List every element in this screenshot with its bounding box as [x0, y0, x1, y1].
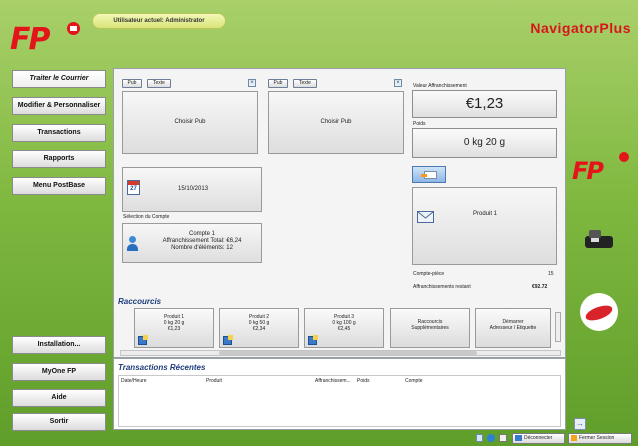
envelope-select-button[interactable] [412, 166, 446, 183]
envelope-icon [417, 211, 434, 223]
nav-transactions[interactable]: Transactions [12, 124, 106, 142]
column-header-weight[interactable]: Poids [357, 378, 370, 384]
nav-myone-fp[interactable]: MyOne FP [12, 363, 106, 381]
close-icon[interactable]: × [248, 79, 256, 87]
shortcut-product-3[interactable]: Produit 3 0 kg 100 g €2,45 [304, 308, 384, 348]
envelope-icon [421, 171, 437, 179]
account-total: Affranchissement Total: €6,24 [162, 238, 242, 244]
disconnect-button[interactable]: Déconnecter [512, 433, 565, 444]
shortcut-icon [308, 335, 318, 345]
column-header-postage[interactable]: Affranchissem... [315, 378, 351, 384]
recent-transactions-title: Transactions Récentes [118, 363, 206, 372]
date-button[interactable]: 27 15/10/2013 [122, 167, 262, 212]
remaining-postage-label: Affranchissements restant [413, 284, 471, 290]
mail-icon [67, 22, 80, 35]
nav-installation[interactable]: Installation... [12, 336, 106, 354]
shortcuts-horizontal-scrollbar[interactable] [120, 350, 561, 356]
text-button-1[interactable]: Texte [147, 79, 171, 88]
main-panel: Pub Texte × Choisir Pub Pub Texte × Choi… [113, 68, 566, 358]
weight-label: Poids [413, 121, 426, 127]
current-user-badge: Utilisateur actuel: Administrator [92, 13, 226, 29]
close-icon[interactable]: × [394, 79, 402, 87]
help-icon[interactable] [487, 434, 495, 442]
nav-aide[interactable]: Aide [12, 389, 106, 407]
calendar-icon-day: 27 [130, 186, 137, 192]
piece-counter-value: 15 [548, 271, 554, 277]
fp-logo-right: FP [572, 157, 604, 185]
account-name: Compte 1 [188, 231, 215, 237]
fp-logo-text: FP [10, 22, 51, 57]
shortcut-start-labeler[interactable]: Démarrer Adresseur / Etiquette [475, 308, 551, 348]
shortcut-icon [223, 335, 233, 345]
choose-ad-button-1[interactable]: Choisir Pub [122, 91, 258, 154]
shortcut-more[interactable]: Raccourcis Supplémentaires [390, 308, 470, 348]
nav-traiter-courrier[interactable]: Traiter le Courrier [12, 70, 106, 88]
date-value: 15/10/2013 [178, 186, 209, 192]
disconnect-label: Déconnecter [524, 435, 553, 441]
remaining-postage-value: €92.72 [532, 284, 548, 290]
calendar-icon: 27 [127, 180, 140, 195]
nav-menu-postbase[interactable]: Menu PostBase [12, 177, 106, 195]
choose-ad-button-2[interactable]: Choisir Pub [268, 91, 404, 154]
nav-rapports[interactable]: Rapports [12, 150, 106, 168]
product-label: Produit 1 [473, 211, 498, 217]
scrollbar-thumb[interactable] [219, 351, 477, 355]
keyboard-icon[interactable] [476, 434, 483, 442]
column-header-account[interactable]: Compte [405, 378, 423, 384]
shortcuts-title: Raccourcis [118, 297, 162, 306]
mail-icon [619, 152, 629, 162]
session-icon [571, 434, 577, 441]
pub-button-2[interactable]: Pub [268, 79, 288, 88]
arrow-right-icon[interactable]: → [574, 418, 586, 430]
nav-sortir[interactable]: Sortir [12, 413, 106, 431]
globe-logo-icon [580, 293, 618, 331]
users-icon [515, 434, 522, 441]
postage-value-label: Valeur Affranchissement [413, 83, 467, 89]
piece-counter-label: Compte-pièce [413, 271, 445, 277]
shortcut-product-1[interactable]: Produit 1 0 kg 20 g €1,23 [134, 308, 214, 348]
product-select-button[interactable]: Produit 1 [412, 187, 557, 265]
postage-value: €1,23 [412, 90, 557, 118]
account-count: Nombre d'éléments: 12 [171, 245, 233, 251]
shortcut-product-2[interactable]: Produit 2 0 kg 50 g €2,34 [219, 308, 299, 348]
weight-value[interactable]: 0 kg 20 g [412, 128, 557, 158]
close-session-button[interactable]: Fermer Session [568, 433, 632, 444]
column-header-product[interactable]: Produit [206, 378, 222, 384]
account-section-label: Sélection du Compte [123, 214, 170, 220]
close-session-label: Fermer Session [579, 435, 615, 441]
text-button-2[interactable]: Texte [293, 79, 317, 88]
recent-transactions-table[interactable]: Date/Heure Produit Affranchissem... Poid… [118, 375, 561, 427]
column-header-datetime[interactable]: Date/Heure [121, 378, 147, 384]
shortcut-icon [138, 335, 148, 345]
shortcuts-vertical-scrollbar[interactable] [555, 312, 561, 342]
user-icon [127, 236, 139, 252]
franking-machine-icon [583, 226, 617, 250]
pub-button-1[interactable]: Pub [122, 79, 142, 88]
recent-transactions-panel: Transactions Récentes Date/Heure Produit… [113, 358, 566, 430]
account-select-button[interactable]: Compte 1 Affranchissement Total: €6,24 N… [122, 223, 262, 263]
info-icon[interactable] [499, 434, 507, 442]
nav-modifier-personnaliser[interactable]: Modifier & Personnaliser [12, 97, 106, 115]
brand-title: NavigatorPlus [530, 20, 631, 36]
